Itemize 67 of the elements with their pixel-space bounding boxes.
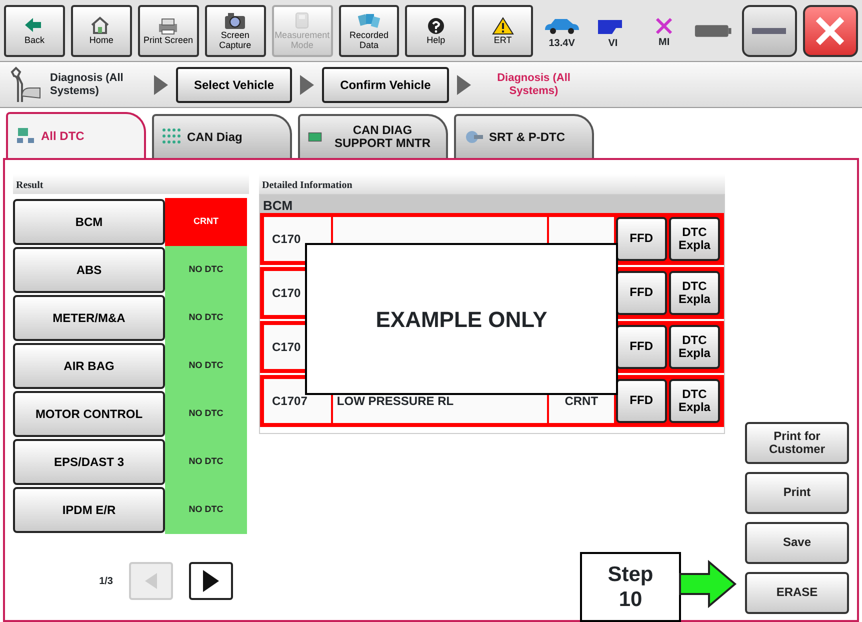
system-button[interactable]: IPDM E/R: [13, 487, 165, 533]
module-header: BCM: [260, 195, 724, 213]
status-label: 13.4V: [548, 37, 575, 51]
printer-icon: [157, 16, 180, 36]
section-header: Result: [13, 174, 249, 194]
dtc-button[interactable]: FFD: [616, 217, 667, 261]
toolbar-button[interactable]: Recorded Data: [338, 4, 400, 56]
minimize-button[interactable]: [742, 4, 797, 56]
pointing-arrow-icon: [679, 560, 737, 608]
status-cell: NO DTC: [165, 294, 247, 342]
system-button[interactable]: BCM: [13, 199, 165, 245]
system-button[interactable]: MOTOR CONTROL: [13, 391, 165, 437]
action-button[interactable]: Save: [745, 522, 849, 564]
dtc-button[interactable]: FFD: [616, 379, 667, 423]
status-cell: NO DTC: [165, 342, 247, 390]
status-label: VI: [608, 37, 618, 51]
example-only-callout: EXAMPLE ONLY: [305, 243, 618, 395]
close-button[interactable]: [802, 4, 858, 56]
status-cell: CRNT: [165, 198, 247, 246]
close-icon: [815, 16, 846, 46]
camera-icon: [224, 11, 246, 32]
breadcrumb-section: Diagnosis (All Systems): [50, 72, 146, 97]
system-button[interactable]: METER/M&A: [13, 295, 165, 341]
section-header: Detailed Information: [259, 174, 725, 194]
toolbar-button[interactable]: ERT: [472, 4, 534, 56]
network-icon: [16, 126, 36, 146]
minimize-icon: [752, 28, 786, 34]
step-arrow-icon: [456, 74, 471, 94]
toolbar-button[interactable]: Screen Capture: [204, 4, 266, 56]
tab[interactable]: CAN DIAG SUPPORT MNTR: [298, 114, 448, 158]
step-arrow-icon: [154, 74, 168, 94]
car-icon: [542, 16, 581, 36]
next-page-button[interactable]: [189, 562, 233, 600]
left-triangle-icon: [145, 572, 157, 589]
status-cell: NO DTC: [165, 486, 247, 534]
right-triangle-icon: [203, 570, 219, 592]
breadcrumb-step-button[interactable]: Confirm Vehicle: [322, 66, 449, 102]
action-button[interactable]: Print: [745, 472, 849, 514]
action-button[interactable]: Print for Customer: [745, 422, 849, 464]
toolbar-button[interactable]: Print Screen: [138, 4, 199, 56]
dtc-button[interactable]: DTC Expla: [668, 217, 720, 261]
system-button[interactable]: AIR BAG: [13, 343, 165, 389]
action-button[interactable]: ERASE: [745, 572, 849, 614]
status-cell: NO DTC: [165, 246, 247, 294]
status-cell: NO DTC: [165, 438, 247, 486]
tab[interactable]: CAN Diag: [152, 114, 292, 158]
toolbar-button[interactable]: Back: [4, 4, 65, 56]
system-button[interactable]: ABS: [13, 247, 165, 293]
warning-icon: [492, 16, 514, 36]
dtc-button[interactable]: FFD: [616, 325, 667, 369]
page-indicator: 1/3: [99, 574, 113, 588]
toolbar-button[interactable]: Home: [70, 4, 132, 56]
dtc-button[interactable]: DTC Expla: [668, 379, 720, 423]
dtc-button[interactable]: FFD: [616, 271, 667, 315]
status-label: MI: [658, 36, 670, 50]
step-callout: Step 10: [580, 552, 681, 622]
dtc-button[interactable]: DTC Expla: [668, 325, 720, 369]
breadcrumb-current: Diagnosis (All Systems): [496, 72, 572, 97]
system-button[interactable]: EPS/DAST 3: [13, 439, 165, 485]
step-arrow-icon: [300, 74, 314, 94]
tab[interactable]: All DTC: [6, 112, 146, 158]
status-cell: NO DTC: [165, 390, 247, 438]
toolbar-button[interactable]: Help: [405, 4, 466, 56]
breadcrumb-step-button[interactable]: Select Vehicle: [176, 66, 292, 102]
dtc-button[interactable]: DTC Expla: [668, 271, 720, 315]
tab[interactable]: SRT & P-DTC: [454, 114, 594, 158]
cross-icon: [655, 17, 674, 35]
